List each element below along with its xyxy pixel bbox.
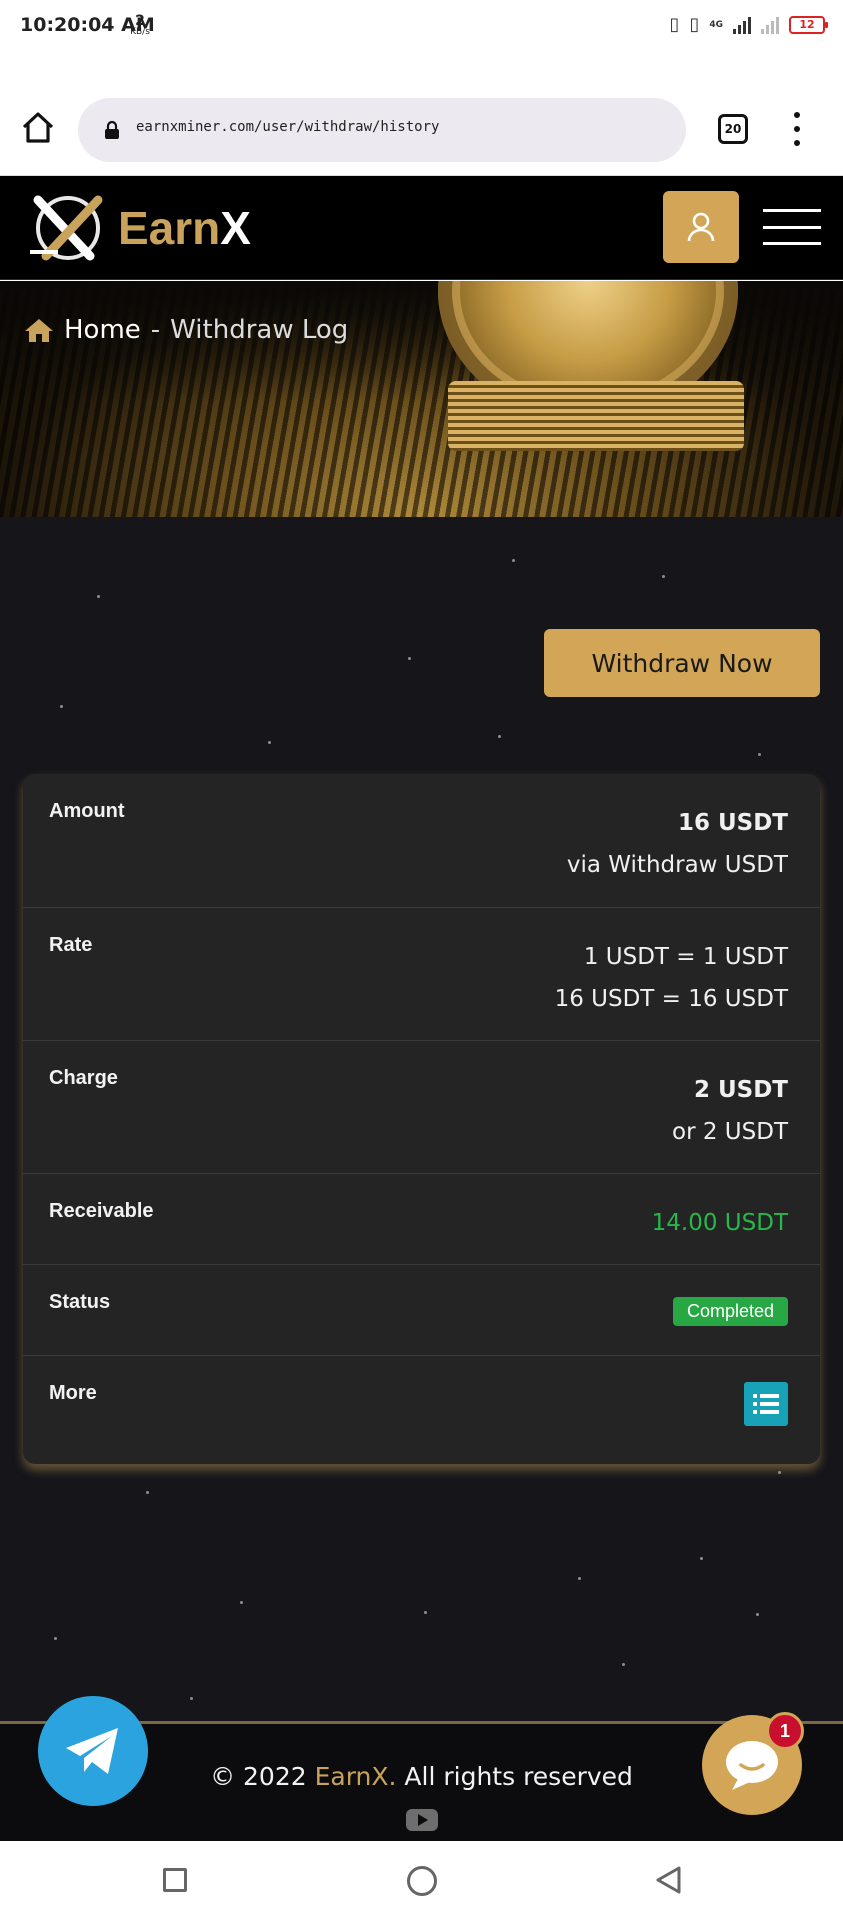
lock-icon (105, 120, 119, 139)
chat-icon (726, 1741, 778, 1790)
chat-unread-badge: 1 (766, 1712, 804, 1750)
more-row: More (23, 1356, 820, 1464)
rate-label: Rate (49, 934, 93, 956)
user-icon (687, 212, 715, 242)
amount-row: Amount 16 USDT via Withdraw USDT (23, 774, 820, 908)
rate-line-1: 1 USDT = 1 USDT (583, 944, 788, 970)
amount-method: via Withdraw USDT (566, 852, 788, 878)
telegram-icon (66, 1728, 118, 1774)
hamburger-icon[interactable] (763, 209, 821, 245)
charge-label: Charge (49, 1067, 118, 1089)
main-content: Withdraw Now Amount 16 USDT via Withdraw… (0, 517, 843, 1721)
coin-stack-image (448, 381, 744, 451)
receivable-label: Receivable (49, 1200, 154, 1222)
system-navigation-bar (0, 1841, 843, 1920)
receivable-row: Receivable 14.00 USDT (23, 1174, 820, 1265)
signal-icon (733, 16, 751, 34)
network-speed-unit: KB/s (130, 27, 150, 37)
withdraw-log-card: Amount 16 USDT via Withdraw USDT Rate 1 … (23, 774, 820, 1464)
charge-value: 2 USDT (693, 1077, 788, 1103)
charge-row: Charge 2 USDT or 2 USDT (23, 1041, 820, 1174)
copyright-prefix: © 2022 (210, 1762, 315, 1791)
amount-label: Amount (49, 800, 125, 822)
more-vert-icon[interactable] (790, 112, 804, 146)
status-row: Status Completed (23, 1265, 820, 1356)
page-hero-banner: Home - Withdraw Log (0, 281, 843, 517)
recent-apps-icon[interactable] (163, 1868, 187, 1892)
logo-text-x: X (220, 202, 251, 254)
status-icons: ▯ ▯ 4G 12 (669, 14, 828, 35)
logo-text: EarnX (118, 201, 251, 255)
url-text[interactable]: earnxminer.com/user/withdraw/history (136, 119, 439, 135)
rate-value-block: 1 USDT = 1 USDT 16 USDT = 16 USDT (555, 936, 788, 1020)
browser-toolbar: earnxminer.com/user/withdraw/history 20 (0, 60, 843, 176)
list-icon (753, 1394, 779, 1414)
vibrate-icon: ▯ (689, 14, 700, 35)
withdraw-now-button[interactable]: Withdraw Now (544, 629, 820, 697)
copyright-suffix: All rights reserved (396, 1762, 633, 1791)
breadcrumb-separator: - (150, 315, 161, 345)
rate-row: Rate 1 USDT = 1 USDT 16 USDT = 16 USDT (23, 908, 820, 1041)
network-type-label: 4G (709, 20, 723, 30)
receivable-value: 14.00 USDT (651, 1210, 788, 1236)
network-speed-value: 2 (135, 13, 145, 29)
more-label: More (49, 1382, 97, 1404)
network-speed: 2 KB/s (128, 14, 152, 37)
youtube-icon[interactable] (406, 1809, 438, 1831)
amount-value-block: 16 USDT via Withdraw USDT (567, 802, 788, 886)
status-bar: 10:20:04 AM 2 KB/s ▯ ▯ 4G 12 (0, 0, 843, 60)
status-badge: Completed (672, 1297, 788, 1326)
signal-2-icon (761, 16, 779, 34)
breadcrumb-current: Withdraw Log (170, 315, 349, 345)
charge-alt-value: or 2 USDT (672, 1119, 788, 1145)
back-icon[interactable] (654, 1865, 682, 1895)
breadcrumb: Home - Withdraw Log (24, 315, 348, 345)
rate-line-2: 16 USDT = 16 USDT (554, 986, 788, 1012)
footer-brand-link[interactable]: EarnX. (315, 1762, 397, 1791)
user-account-button[interactable] (663, 191, 739, 263)
site-header: EarnX (0, 176, 843, 280)
tabs-icon[interactable]: 20 (718, 114, 748, 144)
phone-icon: ▯ (669, 14, 680, 35)
amount-value: 16 USDT (677, 810, 788, 836)
home-nav-icon[interactable] (407, 1866, 437, 1896)
telegram-button[interactable] (38, 1696, 148, 1806)
more-details-button[interactable] (744, 1382, 788, 1426)
breadcrumb-home-link[interactable]: Home (64, 315, 141, 345)
status-label: Status (49, 1291, 111, 1313)
home-icon[interactable] (20, 110, 56, 146)
battery-icon: 12 (789, 16, 828, 34)
breadcrumb-home-icon (25, 319, 53, 342)
site-logo[interactable]: EarnX (28, 194, 251, 262)
logo-text-earn: Earn (118, 202, 221, 254)
address-bar[interactable]: earnxminer.com/user/withdraw/history (78, 98, 686, 162)
logo-mark-icon (30, 195, 103, 261)
charge-value-block: 2 USDT or 2 USDT (672, 1069, 788, 1153)
